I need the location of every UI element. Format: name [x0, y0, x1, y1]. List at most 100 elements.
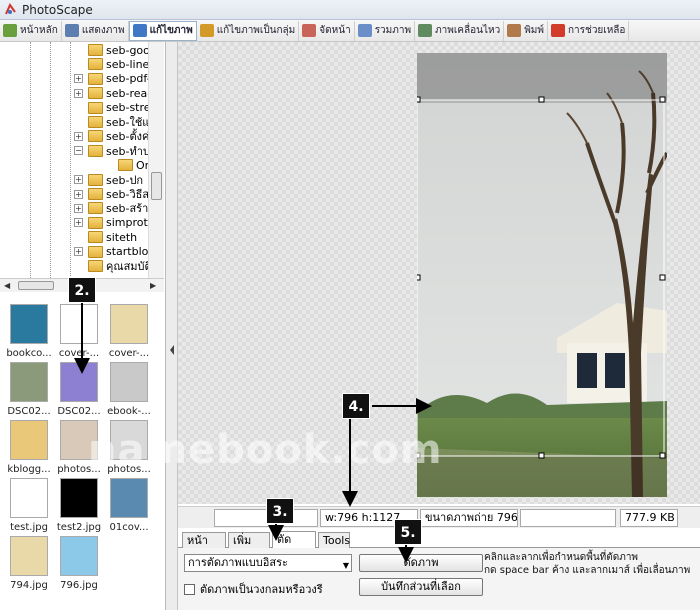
- thumbnail-filename: kblogg...: [7, 464, 51, 475]
- tree-item-label: seb-reac: [106, 86, 154, 100]
- scroll-thumb[interactable]: [18, 281, 54, 290]
- menu-item-help[interactable]: การช่วยเหลือ: [548, 20, 630, 41]
- folder-icon: [88, 188, 103, 200]
- step-3-marker: 3.: [266, 498, 294, 524]
- crop-mode-select[interactable]: การตัดภาพแบบอิสระ ▼: [184, 554, 352, 572]
- menu-item-viewer[interactable]: แสดงภาพ: [62, 20, 129, 41]
- thumbnail-image: [10, 420, 48, 460]
- step-4-marker: 4.: [342, 393, 370, 419]
- tree-item-label: seb-ทำป: [106, 144, 150, 158]
- photo-image: [417, 53, 667, 497]
- thumbnail-filename: cover-...: [108, 348, 150, 359]
- thumbnail-item[interactable]: ebook-...: [106, 362, 152, 417]
- menu-item-label: รวมภาพ: [374, 25, 412, 36]
- expand-icon[interactable]: +: [74, 203, 83, 213]
- thumbnail-image: [110, 362, 148, 402]
- menu-item-label: ภาพเคลื่อนไหว: [435, 25, 501, 36]
- thumbnail-image: [10, 478, 48, 518]
- window-title: PhotoScape: [22, 2, 93, 17]
- thumbnail-image: [60, 478, 98, 518]
- folder-tree[interactable]: seb-goo seb-linep + seb-pdf- + seb-reac seb-st…: [0, 42, 164, 278]
- tree-item[interactable]: siteth: [76, 230, 137, 244]
- menu-item-label: แสดงภาพ: [81, 25, 125, 36]
- menu-item-animated-gif[interactable]: ภาพเคลื่อนไหว: [415, 20, 505, 41]
- collapse-icon[interactable]: −: [74, 146, 83, 156]
- tab-objects[interactable]: เพิ่มวัตถุ: [228, 532, 270, 562]
- thumbnail-item[interactable]: DSC02...: [6, 362, 52, 417]
- expand-icon[interactable]: +: [74, 131, 83, 141]
- combine-icon: [357, 24, 372, 37]
- thumbnail-image: [110, 304, 148, 344]
- editor-icon: [132, 24, 147, 37]
- chevron-down-icon: ▼: [342, 561, 349, 570]
- tree-item[interactable]: seb-goo: [76, 43, 150, 57]
- thumbnail-image: [10, 536, 48, 576]
- menu-item-label: แก้ไขภาพเป็นกลุ่ม: [216, 25, 296, 36]
- menu-item-label: พิมพ์: [524, 25, 544, 36]
- tab-tools[interactable]: Tools: [318, 532, 350, 548]
- tree-item[interactable]: + seb-reac: [74, 86, 154, 100]
- crop-button[interactable]: ตัดภาพ: [359, 554, 483, 572]
- expand-icon[interactable]: +: [74, 74, 83, 84]
- tree-guide-line: [50, 42, 51, 278]
- thumbnail-image: [110, 478, 148, 518]
- tree-item[interactable]: คุณสมบัติ: [76, 259, 152, 273]
- crop-hint: คลิกและลากเพื่อกำหนดพื้นที่ตัดภาพ กด spa…: [484, 551, 690, 577]
- expand-icon[interactable]: +: [74, 189, 83, 199]
- thumbnail-item[interactable]: DSC02...: [56, 362, 102, 417]
- tab-crop[interactable]: ตัดภาพ: [272, 531, 316, 561]
- menu-item-home[interactable]: หน้าหลัก: [0, 20, 62, 41]
- expand-icon[interactable]: +: [74, 247, 83, 257]
- folder-icon: [88, 216, 103, 229]
- circle-crop-option[interactable]: ตัดภาพเป็นวงกลมหรือวงรี: [184, 580, 323, 598]
- menu-item-print[interactable]: พิมพ์: [504, 20, 548, 41]
- menu-item-label: หน้าหลัก: [20, 25, 58, 36]
- folder-icon: [88, 245, 103, 258]
- folder-icon: [88, 44, 103, 56]
- scroll-thumb[interactable]: [151, 172, 162, 200]
- thumbnail-item[interactable]: cover-...: [56, 304, 102, 359]
- tree-item[interactable]: + seb-pdf-: [74, 72, 151, 86]
- batch-editor-icon: [199, 24, 214, 37]
- page-icon: [302, 24, 317, 37]
- tree-guide-line: [30, 42, 31, 278]
- thumbnail-filename: test2.jpg: [56, 522, 102, 533]
- thumbnail-item[interactable]: cover-...: [106, 304, 152, 359]
- thumbnail-item[interactable]: 796.jpg: [56, 536, 102, 591]
- thumbnail-item[interactable]: kblogg...: [6, 420, 52, 475]
- expand-icon[interactable]: +: [74, 218, 83, 228]
- tree-vertical-scrollbar[interactable]: [148, 42, 164, 278]
- menu-item-combine[interactable]: รวมภาพ: [355, 20, 416, 41]
- thumbnail-image: [60, 536, 98, 576]
- thumbnail-filename: 796.jpg: [60, 580, 98, 591]
- thumbnail-image: [10, 304, 48, 344]
- thumbnail-image: [60, 362, 98, 402]
- animated-gif-icon: [418, 24, 433, 37]
- tree-item[interactable]: − seb-ทำป: [74, 144, 150, 158]
- tree-item[interactable]: + seb-สร้าง: [74, 201, 154, 215]
- menu-item-batch-editor[interactable]: แก้ไขภาพเป็นกลุ่ม: [197, 20, 300, 41]
- menu-item-label: การช่วยเหลือ: [567, 25, 626, 36]
- thumbnail-item[interactable]: 01cov...: [106, 478, 152, 533]
- menu-item-editor[interactable]: แก้ไขภาพ: [128, 20, 197, 41]
- folder-icon: [88, 72, 103, 85]
- tree-item[interactable]: seb-linep: [76, 57, 156, 71]
- tab-home[interactable]: หน้าหลัก: [182, 532, 226, 562]
- tree-item-label: คุณสมบัติ: [106, 260, 152, 273]
- expand-icon[interactable]: +: [74, 175, 83, 185]
- thumbnail-item[interactable]: test2.jpg: [56, 478, 102, 533]
- thumbnail-item[interactable]: test.jpg: [6, 478, 52, 533]
- save-selection-button[interactable]: บันทึกส่วนที่เลือก: [359, 578, 483, 596]
- circle-crop-checkbox[interactable]: [184, 583, 195, 595]
- circle-crop-label: ตัดภาพเป็นวงกลมหรือวงรี: [200, 583, 323, 596]
- scroll-left-icon[interactable]: ◀: [4, 281, 10, 290]
- photo-size: ขนาดภาพถ่าย 796 x 1415: [420, 509, 518, 527]
- tree-item[interactable]: + simproti: [74, 216, 151, 230]
- thumbnail-item[interactable]: bookco...: [6, 304, 52, 359]
- expand-icon[interactable]: +: [74, 88, 83, 98]
- scroll-right-icon[interactable]: ▶: [150, 281, 156, 290]
- panel-splitter[interactable]: [166, 42, 178, 610]
- thumbnail-item[interactable]: 794.jpg: [6, 536, 52, 591]
- menu-item-page[interactable]: จัดหน้า: [299, 20, 355, 41]
- tree-guide-line: [70, 42, 71, 278]
